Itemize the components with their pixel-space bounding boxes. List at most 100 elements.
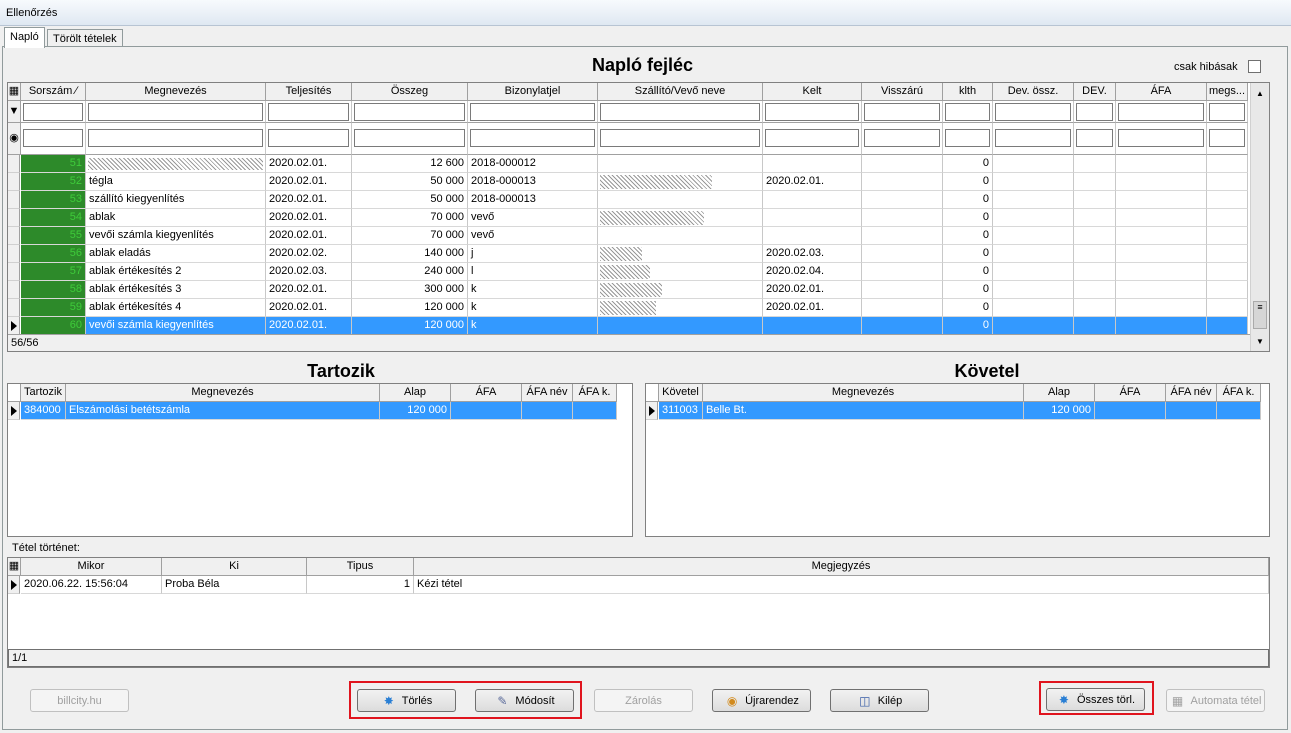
partner-cell [598, 317, 763, 335]
scroll-down-arrow-icon[interactable]: ▼ [1256, 337, 1264, 346]
filter-field[interactable] [598, 101, 763, 123]
col-header-dev-ossz[interactable]: Dev. össz. [993, 83, 1074, 101]
sorszam-cell: 57 [21, 263, 86, 281]
dev-ossz-cell [993, 245, 1074, 263]
search-field[interactable] [1074, 123, 1116, 155]
col-header-teljesites[interactable]: Teljesítés [266, 83, 352, 101]
filter-field[interactable] [1074, 101, 1116, 123]
sorszam-cell: 58 [21, 281, 86, 299]
filter-field[interactable] [352, 101, 468, 123]
filter-field[interactable] [468, 101, 598, 123]
journal-grid[interactable]: ▦ Sorszám ∕ Megnevezés Teljesítés Összeg… [7, 82, 1270, 352]
exit-button[interactable]: ◫ Kilép [830, 689, 929, 712]
search-field[interactable] [86, 123, 266, 155]
search-field[interactable] [468, 123, 598, 155]
search-field[interactable] [943, 123, 993, 155]
col-header-megnevezes[interactable]: Megnevezés [703, 384, 1024, 402]
col-header-tartozik[interactable]: Tartozik [21, 384, 66, 402]
col-header-alap[interactable]: Alap [1024, 384, 1095, 402]
filter-field[interactable] [86, 101, 266, 123]
col-header-visszaru[interactable]: Visszárú [862, 83, 943, 101]
search-field[interactable] [352, 123, 468, 155]
credit-title: Követel [954, 361, 1020, 381]
credit-grid[interactable]: Követel Megnevezés Alap ÁFA ÁFA név ÁFA … [645, 383, 1270, 537]
visszaru-cell [862, 263, 943, 281]
col-header-afa[interactable]: ÁFA [1095, 384, 1166, 402]
col-header-megnevezes[interactable]: Megnevezés [86, 83, 266, 101]
visszaru-cell [862, 245, 943, 263]
search-field[interactable] [993, 123, 1074, 155]
afa-nev-cell [1166, 402, 1217, 420]
klth-cell: 0 [943, 173, 993, 191]
filter-field[interactable] [763, 101, 862, 123]
col-header-klth[interactable]: klth [943, 83, 993, 101]
lock-button[interactable]: Zárolás [594, 689, 693, 712]
search-field[interactable] [1116, 123, 1207, 155]
modify-button[interactable]: ✎ Módosít [475, 689, 574, 712]
col-header-osszeg[interactable]: Összeg [352, 83, 468, 101]
col-header-afa-nev[interactable]: ÁFA név [1166, 384, 1217, 402]
col-header-dev[interactable]: DEV. [1074, 83, 1116, 101]
col-header-afa[interactable]: ÁFA [451, 384, 522, 402]
reorder-button[interactable]: ◉ Újrarendez [712, 689, 811, 712]
col-header-afa[interactable]: ÁFA [1116, 83, 1207, 101]
megs-cell [1207, 227, 1248, 245]
scroll-up-arrow-icon[interactable]: ▲ [1256, 89, 1264, 98]
col-header-tipus[interactable]: Tipus [307, 558, 414, 576]
col-header-megjegyzes[interactable]: Megjegyzés [414, 558, 1269, 576]
filter-field[interactable] [266, 101, 352, 123]
col-header-alap[interactable]: Alap [380, 384, 451, 402]
col-header-sorszam[interactable]: Sorszám ∕ [21, 83, 86, 101]
col-header-partner[interactable]: Szállító/Vevő neve [598, 83, 763, 101]
billcity-button[interactable]: billcity.hu [30, 689, 129, 712]
visszaru-cell [862, 299, 943, 317]
col-header-megnevezes[interactable]: Megnevezés [66, 384, 380, 402]
journal-scrollbar[interactable]: ▲ ≡ ▼ [1250, 83, 1269, 351]
column-chooser-icon[interactable]: ▦ [8, 83, 21, 101]
scroll-thumb[interactable]: ≡ [1253, 301, 1267, 329]
tab-naplo[interactable]: Napló [4, 27, 45, 48]
errors-only-checkbox[interactable] [1248, 60, 1261, 73]
dev-ossz-cell [993, 317, 1074, 335]
filter-field[interactable] [943, 101, 993, 123]
col-header-afa-nev[interactable]: ÁFA név [522, 384, 573, 402]
col-header-afa-k[interactable]: ÁFA k. [1217, 384, 1261, 402]
delete-button[interactable]: ✸ Törlés [357, 689, 456, 712]
search-field[interactable] [862, 123, 943, 155]
search-field[interactable] [1207, 123, 1248, 155]
filter-field[interactable] [862, 101, 943, 123]
visszaru-cell [862, 191, 943, 209]
megjegyzes-cell: Kézi tétel [414, 576, 1269, 594]
tab-torolt-tetelek[interactable]: Törölt tételek [47, 29, 123, 47]
debit-grid[interactable]: Tartozik Megnevezés Alap ÁFA ÁFA név ÁFA… [7, 383, 633, 537]
col-header-kovetel[interactable]: Követel [659, 384, 703, 402]
search-field[interactable] [21, 123, 86, 155]
afa-cell [1116, 317, 1207, 335]
col-header-ki[interactable]: Ki [162, 558, 307, 576]
col-header-bizonylatjel[interactable]: Bizonylatjel [468, 83, 598, 101]
row-indicator [8, 317, 20, 335]
column-chooser-icon[interactable]: ▦ [8, 558, 21, 576]
auto-entry-button[interactable]: ▦ Automata tétel [1166, 689, 1265, 712]
header-label: Teljesítés [285, 85, 332, 97]
search-field[interactable] [266, 123, 352, 155]
filter-field[interactable] [993, 101, 1074, 123]
delete-all-button[interactable]: ✸ Összes törl. [1046, 688, 1145, 711]
col-header-megs[interactable]: megs... [1207, 83, 1248, 101]
row-indicator [8, 191, 20, 209]
afa-cell [1116, 227, 1207, 245]
search-field[interactable] [763, 123, 862, 155]
history-grid[interactable]: ▦ Mikor Ki Tipus Megjegyzés 2020.06.22. … [7, 557, 1270, 668]
header-label: Dev. össz. [1007, 85, 1059, 97]
col-header-afa-k[interactable]: ÁFA k. [573, 384, 617, 402]
filter-field[interactable] [21, 101, 86, 123]
filter-field[interactable] [1207, 101, 1248, 123]
col-header-mikor[interactable]: Mikor [21, 558, 162, 576]
afa-cell [1116, 299, 1207, 317]
alap-cell: 120 000 [380, 402, 451, 420]
header-label: Ki [229, 560, 239, 572]
dev-cell [1074, 227, 1116, 245]
search-field[interactable] [598, 123, 763, 155]
filter-field[interactable] [1116, 101, 1207, 123]
col-header-kelt[interactable]: Kelt [763, 83, 862, 101]
